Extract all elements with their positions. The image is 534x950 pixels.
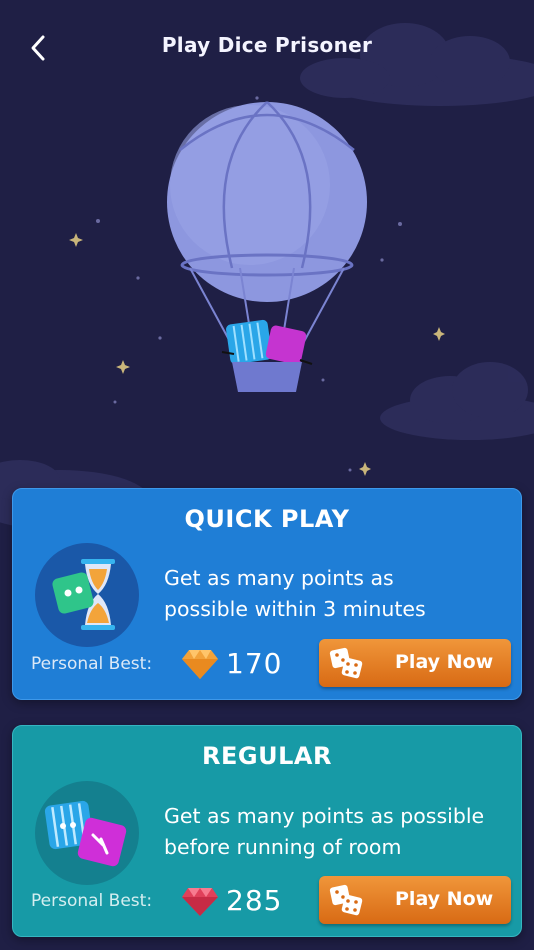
description-line: before running of room: [164, 835, 402, 859]
description-line: possible within 3 minutes: [164, 597, 426, 621]
caged-dice-icon: [35, 781, 139, 885]
regular-card: REGULAR Get as many points as possible b…: [12, 725, 522, 937]
play-now-label: Play Now: [395, 888, 494, 910]
page-title: Play Dice Prisoner: [161, 33, 373, 57]
play-now-label: Play Now: [395, 651, 494, 673]
orange-diamond-icon: [182, 650, 218, 679]
cloud-right: [380, 362, 534, 440]
dice-icon: [329, 884, 363, 916]
description-line: Get as many points as possible: [164, 804, 485, 828]
personal-best-label: Personal Best:: [31, 891, 153, 911]
top-bar: Play Dice Prisoner: [0, 0, 534, 92]
regular-play-now-button[interactable]: Play Now: [319, 876, 511, 924]
mode-description: Get as many points as possible within 3 …: [164, 563, 516, 625]
mode-description: Get as many points as possible before ru…: [164, 801, 516, 863]
hot-air-balloon: [167, 101, 367, 392]
quick-play-now-button[interactable]: Play Now: [319, 639, 511, 687]
mode-title: REGULAR: [202, 742, 332, 770]
mode-title: QUICK PLAY: [184, 505, 350, 533]
personal-best-label: Personal Best:: [31, 654, 153, 674]
description-line: Get as many points as: [164, 566, 394, 590]
red-gem-icon: [182, 888, 218, 916]
quick-play-card: QUICK PLAY Get as many points as possibl…: [12, 488, 522, 700]
personal-best-score: 285: [226, 884, 283, 917]
dice-icon: [329, 647, 363, 679]
personal-best-score: 170: [226, 647, 283, 680]
hourglass-dice-icon: [35, 543, 139, 647]
